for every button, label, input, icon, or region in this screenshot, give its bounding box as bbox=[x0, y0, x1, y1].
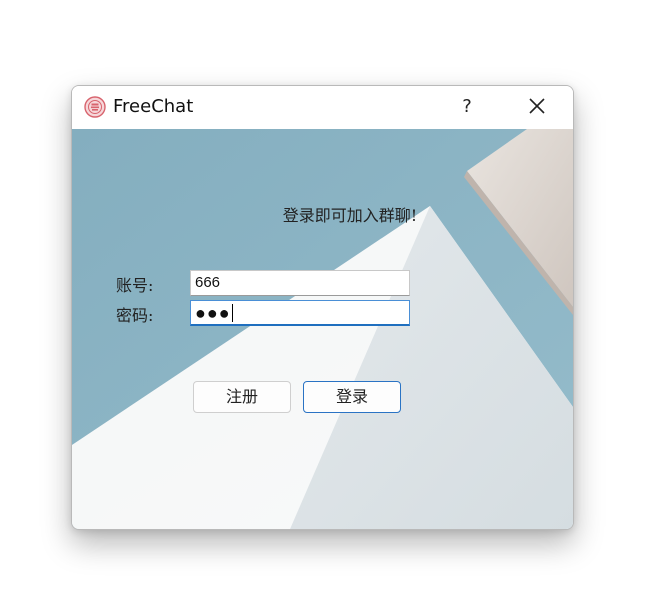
password-value: ●●● bbox=[195, 303, 231, 323]
window-title: FreeChat bbox=[113, 96, 194, 117]
register-button[interactable]: 注册 bbox=[193, 381, 291, 413]
login-panel: 登录即可加入群聊! 账号: 666 密码: ●●● 注册 登录 bbox=[72, 129, 573, 529]
account-value: 666 bbox=[195, 274, 221, 291]
text-caret bbox=[231, 304, 233, 322]
freechat-logo-icon bbox=[84, 96, 106, 118]
account-label: 账号: bbox=[116, 276, 154, 295]
account-input[interactable]: 666 bbox=[190, 270, 410, 296]
help-button[interactable]: ? bbox=[452, 92, 482, 122]
login-prompt: 登录即可加入群聊! bbox=[282, 206, 418, 225]
login-button[interactable]: 登录 bbox=[303, 381, 401, 413]
close-icon[interactable] bbox=[520, 92, 554, 122]
password-label: 密码: bbox=[116, 306, 154, 325]
password-input[interactable]: ●●● bbox=[190, 300, 410, 326]
login-window: FreeChat ? 登录即可加入群聊! 账号: 666 密码: ●●● 注册 … bbox=[71, 85, 574, 530]
background-image bbox=[72, 129, 573, 529]
title-bar[interactable]: FreeChat ? bbox=[72, 86, 573, 129]
